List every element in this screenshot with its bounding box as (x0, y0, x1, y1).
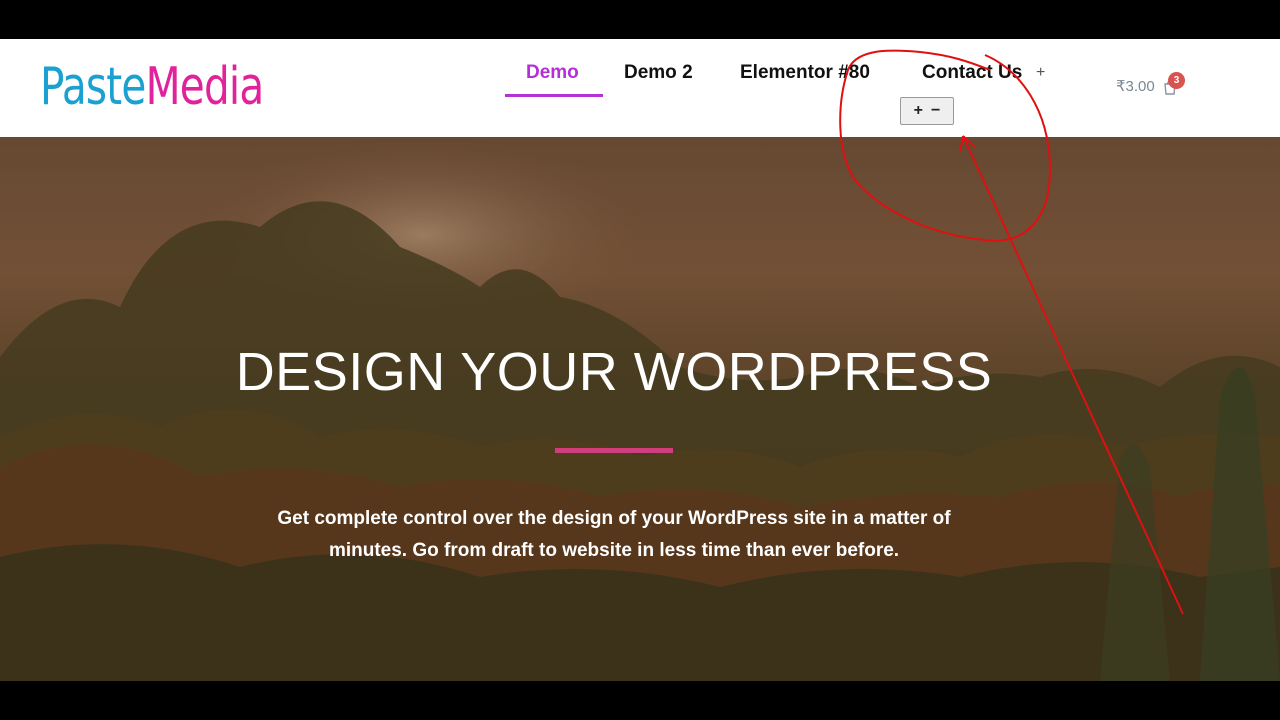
video-frame: PasteMedia Demo Demo 2 Elementor #80 Con… (0, 0, 1280, 720)
submenu-plus-icon[interactable]: + (914, 101, 923, 121)
plus-icon[interactable]: + (1036, 61, 1045, 85)
nav-item-demo[interactable]: Demo (526, 59, 579, 99)
website-page: PasteMedia Demo Demo 2 Elementor #80 Con… (0, 39, 1280, 681)
submenu-toggle-button[interactable]: + − (900, 97, 954, 125)
submenu-minus-icon[interactable]: − (931, 101, 940, 121)
logo-part-paste: Paste (40, 57, 146, 117)
hero-section: DESIGN YOUR WORDPRESS Get complete contr… (0, 137, 1280, 681)
hero-background-image (0, 137, 1280, 681)
logo-part-media: Media (145, 57, 265, 117)
cart-count-badge: 3 (1168, 72, 1185, 89)
hero-description: Get complete control over the design of … (277, 508, 951, 561)
hero-divider (555, 448, 673, 453)
site-logo[interactable]: PasteMedia (40, 53, 264, 121)
nav-item-demo-2[interactable]: Demo 2 (624, 59, 693, 99)
nav-item-elementor-80[interactable]: Elementor #80 (740, 59, 870, 99)
site-header: PasteMedia Demo Demo 2 Elementor #80 Con… (0, 39, 1280, 137)
nav-item-contact-us[interactable]: Contact Us (922, 59, 1022, 99)
nav-active-underline (505, 94, 603, 97)
hero-title: DESIGN YOUR WORDPRESS (235, 342, 993, 402)
cart-price[interactable]: ₹3.00 (1116, 77, 1155, 97)
